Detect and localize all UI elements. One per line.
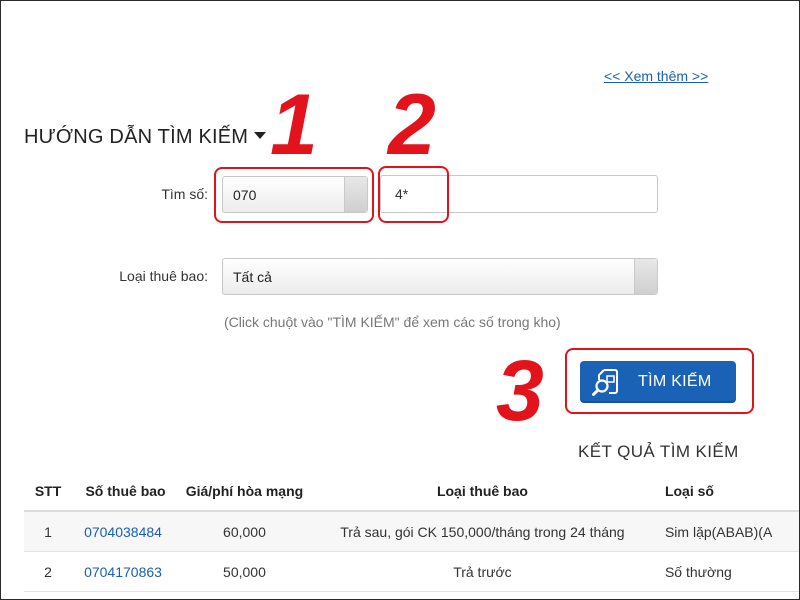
results-header-row: STT Số thuê bao Giá/phí hòa mạng Loại th…: [24, 472, 800, 512]
phone-number-link[interactable]: 0704038484: [84, 524, 162, 540]
row-number-cell: 0704038484: [72, 511, 179, 552]
phone-number-link[interactable]: 0704170863: [84, 564, 162, 580]
table-row[interactable]: 2 0704170863 50,000 Trả trước Số thường: [24, 551, 800, 592]
row-stt: 1: [24, 511, 73, 552]
row-number-type: Sim lặp(ABAB)(A: [654, 511, 800, 552]
row-subscriber-type: Trả sau, gói CK 150,000/tháng trong 24 t…: [309, 511, 655, 552]
row-subscriber-type: Trả trước: [309, 551, 655, 592]
col-header-price: Giá/phí hòa mạng: [179, 472, 310, 512]
table-row[interactable]: 1 0704038484 60,000 Trả sau, gói CK 150,…: [24, 511, 800, 552]
col-header-stt: STT: [24, 472, 73, 512]
col-header-number-type: Loại số: [654, 472, 800, 512]
results-table: STT Số thuê bao Giá/phí hòa mạng Loại th…: [24, 472, 800, 592]
row-number-type: Số thường: [654, 551, 800, 592]
row-price: 60,000: [179, 511, 310, 552]
results-table-viewport: STT Số thuê bao Giá/phí hòa mạng Loại th…: [0, 0, 800, 600]
row-stt: 2: [24, 551, 73, 592]
col-header-number: Số thuê bao: [72, 472, 179, 512]
row-number-cell: 0704170863: [72, 551, 179, 592]
col-header-subscriber-type: Loại thuê bao: [309, 472, 655, 512]
row-price: 50,000: [179, 551, 310, 592]
